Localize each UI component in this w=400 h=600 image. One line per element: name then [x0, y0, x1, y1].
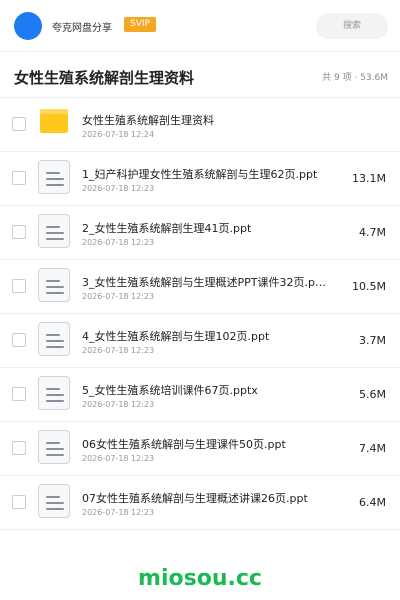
file-name: 5_女性生殖系统培训课件67页.pptx [82, 384, 258, 397]
file-size: 10.5M [352, 280, 386, 293]
list-item[interactable]: 4_女性生殖系统解剖与生理102页.ppt 2026-07-18 12:23 3… [0, 314, 400, 368]
select-checkbox[interactable] [12, 495, 26, 509]
file-size: 13.1M [352, 172, 386, 185]
file-name: 06女性生殖系统解剖与生理课件50页.ppt [82, 438, 286, 451]
file-date: 2026-07-18 12:23 [82, 184, 155, 193]
file-summary: 共 9 项 · 53.6M [322, 73, 388, 83]
document-icon [38, 268, 70, 302]
select-checkbox[interactable] [12, 225, 26, 239]
select-checkbox[interactable] [12, 279, 26, 293]
file-date: 2026-07-18 12:23 [82, 238, 155, 247]
folder-header: 女性生殖系统解剖生理资料 共 9 项 · 53.6M [0, 52, 400, 98]
select-checkbox[interactable] [12, 117, 26, 131]
username: 夸克网盘分享 [52, 23, 112, 34]
file-date: 2026-07-18 12:24 [82, 130, 155, 139]
search-button[interactable]: 搜索 [316, 13, 388, 39]
file-name: 1_妇产科护理女性生殖系统解剖与生理62页.ppt [82, 168, 318, 181]
file-date: 2026-07-18 12:23 [82, 400, 155, 409]
file-size: 6.4M [359, 496, 386, 509]
folder-icon [40, 109, 68, 133]
file-size: 4.7M [359, 226, 386, 239]
document-icon [38, 484, 70, 518]
document-icon [38, 214, 70, 248]
list-item[interactable]: 3_女性生殖系统解剖与生理概述PPT课件32页.p… 2026-07-18 12… [0, 260, 400, 314]
file-name: 女性生殖系统解剖生理资料 [82, 114, 214, 127]
file-size: 5.6M [359, 388, 386, 401]
file-list: 女性生殖系统解剖生理资料 2026-07-18 12:24 1_妇产科护理女性生… [0, 98, 400, 530]
file-date: 2026-07-18 12:23 [82, 454, 155, 463]
page-title: 女性生殖系统解剖生理资料 [14, 69, 195, 87]
avatar[interactable] [14, 12, 42, 40]
file-date: 2026-07-18 12:23 [82, 346, 155, 355]
svip-badge: SVIP [124, 17, 156, 32]
list-item[interactable]: 5_女性生殖系统培训课件67页.pptx 2026-07-18 12:23 5.… [0, 368, 400, 422]
top-bar: 夸克网盘分享 SVIP 搜索 [0, 0, 400, 52]
list-item[interactable]: 07女性生殖系统解剖与生理概述讲课26页.ppt 2026-07-18 12:2… [0, 476, 400, 530]
watermark: miosou.cc [138, 566, 262, 591]
file-date: 2026-07-18 12:23 [82, 508, 155, 517]
file-name: 2_女性生殖系统解剖生理41页.ppt [82, 222, 252, 235]
file-size: 3.7M [359, 334, 386, 347]
file-name: 4_女性生殖系统解剖与生理102页.ppt [82, 330, 270, 343]
select-checkbox[interactable] [12, 387, 26, 401]
document-icon [38, 160, 70, 194]
file-size: 7.4M [359, 442, 386, 455]
document-icon [38, 376, 70, 410]
file-name: 3_女性生殖系统解剖与生理概述PPT课件32页.p… [82, 276, 326, 289]
document-icon [38, 430, 70, 464]
list-item[interactable]: 1_妇产科护理女性生殖系统解剖与生理62页.ppt 2026-07-18 12:… [0, 152, 400, 206]
list-item[interactable]: 2_女性生殖系统解剖生理41页.ppt 2026-07-18 12:23 4.7… [0, 206, 400, 260]
select-checkbox[interactable] [12, 171, 26, 185]
file-date: 2026-07-18 12:23 [82, 292, 155, 301]
file-name: 07女性生殖系统解剖与生理概述讲课26页.ppt [82, 492, 308, 505]
document-icon [38, 322, 70, 356]
select-checkbox[interactable] [12, 441, 26, 455]
list-item[interactable]: 06女性生殖系统解剖与生理课件50页.ppt 2026-07-18 12:23 … [0, 422, 400, 476]
list-item[interactable]: 女性生殖系统解剖生理资料 2026-07-18 12:24 [0, 98, 400, 152]
select-checkbox[interactable] [12, 333, 26, 347]
